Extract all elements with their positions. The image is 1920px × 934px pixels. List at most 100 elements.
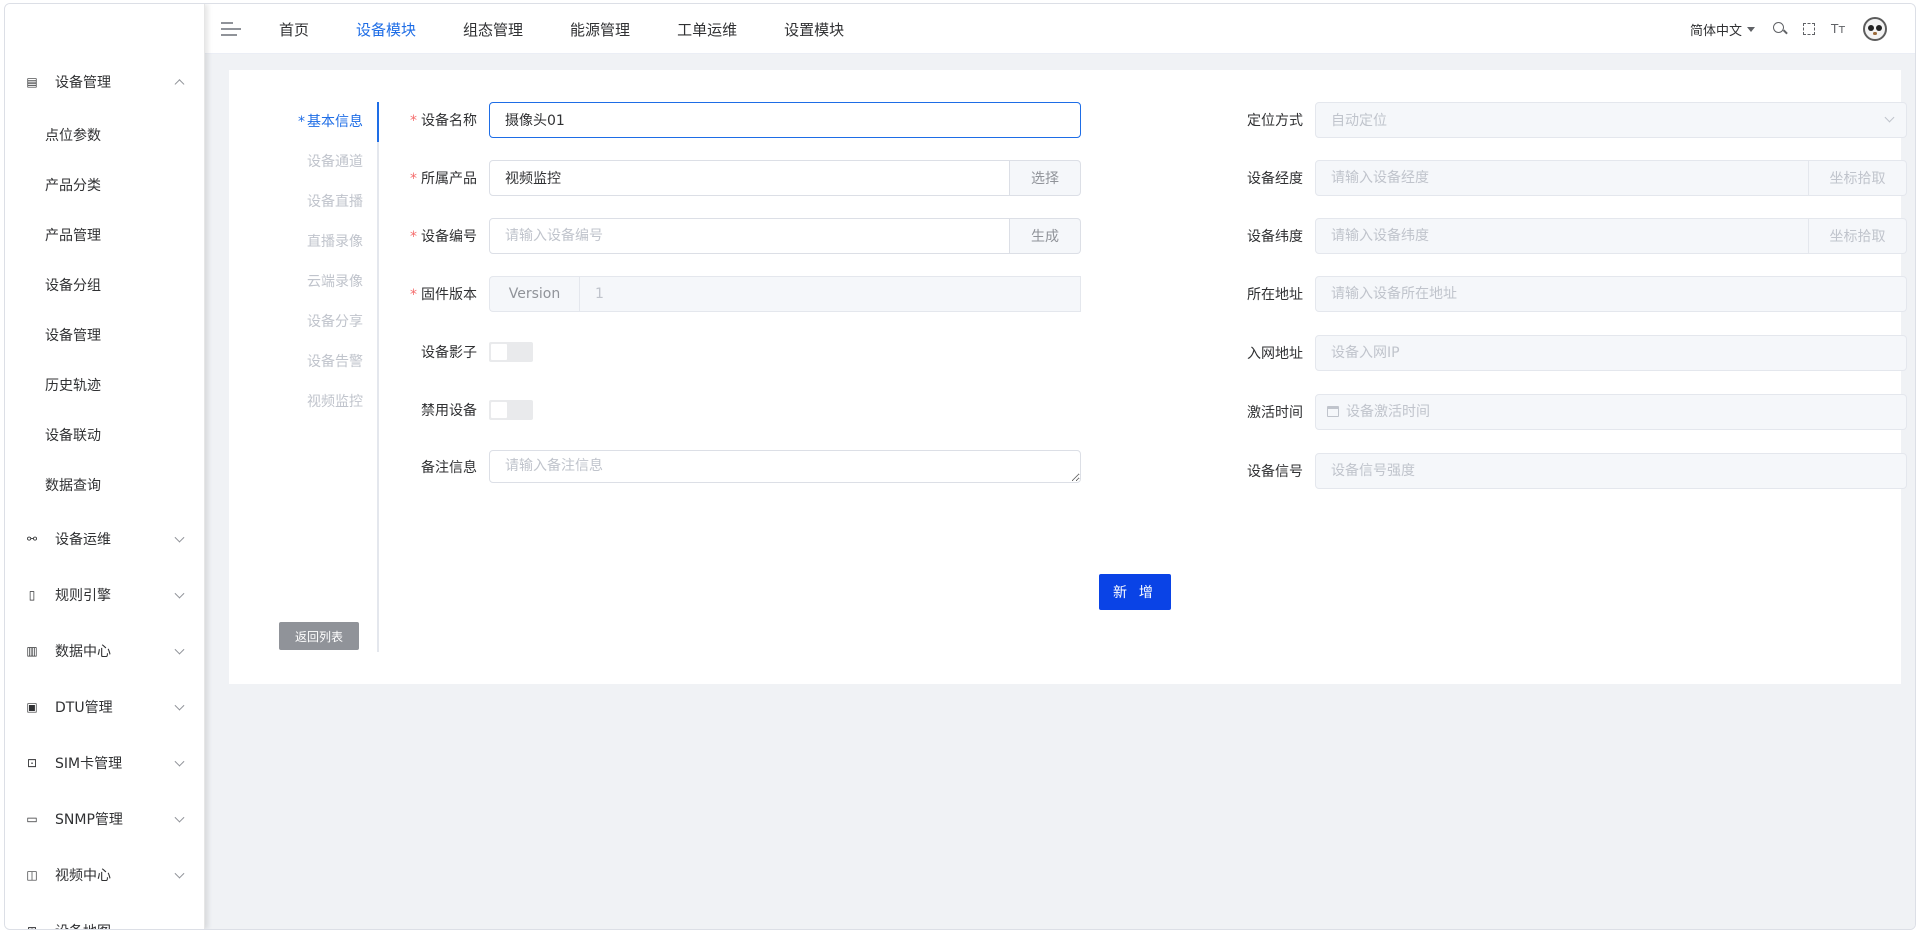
sidebar-item-device-management[interactable]: 设备管理 [5, 310, 204, 360]
sidebar-item-product-category[interactable]: 产品分类 [5, 160, 204, 210]
top-navbar: 首页 设备模块 组态管理 能源管理 工单运维 设置模块 简体中文 Tт [205, 4, 1915, 54]
network-ip-input [1315, 335, 1907, 371]
device-name-label: * 设备名称 [410, 113, 477, 129]
tab-device-channel[interactable]: 设备通道 [307, 142, 363, 182]
device-map-icon: ⊞ [25, 924, 39, 929]
video-center-icon: ◫ [26, 868, 38, 882]
top-menu-settings[interactable]: 设置模块 [784, 4, 844, 54]
form-row-disable: 禁用设备 [401, 392, 533, 428]
locate-select[interactable] [1315, 102, 1907, 138]
device-number-label: * 设备编号 [410, 229, 477, 245]
language-selector[interactable]: 简体中文 [1690, 20, 1755, 39]
top-menu-device-module[interactable]: 设备模块 [356, 4, 416, 54]
top-menu-energy[interactable]: 能源管理 [570, 4, 630, 54]
tab-live-recording[interactable]: 直播录像 [307, 222, 363, 262]
longitude-input-group: 坐标拾取 [1315, 160, 1907, 196]
rule-engine-icon: ▯ [28, 588, 36, 602]
sim-card-icon: ⊡ [26, 756, 38, 770]
device-name-input[interactable] [489, 102, 1081, 138]
pick-longitude-button: 坐标拾取 [1809, 160, 1907, 196]
tabs-divider [377, 102, 379, 652]
device-ops-icon: ⚯ [26, 532, 38, 546]
sidebar-group-label: 设备运维 [55, 532, 111, 548]
form-row-longitude: 设备经度 坐标拾取 [1227, 160, 1907, 196]
form-row-signal: 设备信号 [1227, 453, 1907, 489]
avatar[interactable] [1863, 17, 1887, 41]
generate-number-button[interactable]: 生成 [1010, 218, 1081, 254]
sidebar-group-rule-engine[interactable]: ▯ 规则引擎 [5, 570, 204, 620]
remark-textarea[interactable] [489, 450, 1081, 483]
chevron-down-icon [174, 812, 185, 823]
top-menu-configuration[interactable]: 组态管理 [463, 4, 523, 54]
sidebar-group-sim-card[interactable]: ⊡ SIM卡管理 [5, 738, 204, 788]
caret-down-icon [1747, 26, 1755, 32]
form-row-latitude: 设备纬度 坐标拾取 [1227, 218, 1907, 254]
sidebar-group-snmp[interactable]: ▭ SNMP管理 [5, 794, 204, 844]
tab-basic-info[interactable]: * 基本信息 [298, 102, 363, 142]
sidebar-item-device-group[interactable]: 设备分组 [5, 260, 204, 310]
sidebar-group-device-ops[interactable]: ⚯ 设备运维 [5, 514, 204, 564]
activated-date-picker [1315, 394, 1907, 430]
fullscreen-icon[interactable] [1803, 23, 1815, 35]
product-input[interactable] [489, 160, 1010, 196]
vertical-tabs: * 基本信息 设备通道 设备直播 直播录像 云端录像 设备分享 设备告警 视频监控 [229, 102, 379, 652]
required-mark: * [410, 287, 417, 303]
sidebar-group-label: DTU管理 [55, 700, 113, 716]
sidebar-group-device-map[interactable]: ⊞ 设备地图 [5, 906, 204, 929]
remark-label: 备注信息 [421, 459, 477, 476]
pick-latitude-button: 坐标拾取 [1809, 218, 1907, 254]
tab-device-live[interactable]: 设备直播 [307, 182, 363, 222]
select-product-button[interactable]: 选择 [1010, 160, 1081, 196]
product-label: * 所属产品 [410, 171, 477, 187]
device-number-input[interactable] [489, 218, 1010, 254]
add-button[interactable]: 新 增 [1099, 574, 1171, 610]
snmp-icon: ▭ [26, 812, 38, 826]
firmware-prefix: Version [489, 276, 579, 312]
shadow-switch[interactable] [489, 342, 533, 362]
hamburger-menu-icon[interactable] [221, 22, 241, 38]
disable-switch[interactable] [489, 400, 533, 420]
sidebar-group-data-center[interactable]: ▥ 数据中心 [5, 626, 204, 676]
tab-device-alarm[interactable]: 设备告警 [307, 342, 363, 382]
top-menu-work-order[interactable]: 工单运维 [677, 4, 737, 54]
product-input-group: 选择 [489, 160, 1081, 196]
sidebar-item-product-management[interactable]: 产品管理 [5, 210, 204, 260]
tab-video-monitor[interactable]: 视频监控 [307, 382, 363, 422]
sidebar-item-data-query[interactable]: 数据查询 [5, 460, 204, 510]
sidebar-group-label: SIM卡管理 [55, 756, 123, 772]
form-row-locate: 定位方式 [1227, 102, 1907, 138]
sidebar-item-device-linkage[interactable]: 设备联动 [5, 410, 204, 460]
device-manage-icon: ▤ [26, 75, 38, 89]
top-menu-home[interactable]: 首页 [279, 4, 309, 54]
tab-device-share[interactable]: 设备分享 [307, 302, 363, 342]
app-window: ▤ 设备管理 点位参数 产品分类 产品管理 设备分组 设备管理 历史轨迹 设备联… [4, 3, 1916, 930]
sidebar-group-label: 设备地图 [55, 921, 111, 929]
signal-label: 设备信号 [1247, 464, 1303, 480]
signal-input [1315, 453, 1907, 489]
search-icon[interactable] [1773, 22, 1787, 36]
font-size-icon[interactable]: Tт [1831, 22, 1847, 36]
chevron-down-icon [174, 756, 185, 767]
dtu-icon: ▣ [26, 700, 38, 714]
form-row-device-number: *设备编号 生成 [401, 218, 1081, 254]
longitude-label: 设备经度 [1247, 171, 1303, 187]
chevron-down-icon [174, 700, 185, 711]
chevron-up-icon [174, 79, 185, 90]
activated-time-input [1315, 394, 1907, 430]
main-content: * 基本信息 设备通道 设备直播 直播录像 云端录像 设备分享 设备告警 视频监控… [205, 54, 1915, 929]
sidebar-group-device-management[interactable]: ▤ 设备管理 [5, 57, 204, 107]
tab-cloud-recording[interactable]: 云端录像 [307, 262, 363, 302]
latitude-input [1315, 218, 1809, 254]
firmware-input-group: Version [489, 276, 1081, 312]
longitude-input [1315, 160, 1809, 196]
form-row-remark: 备注信息 [401, 450, 1081, 483]
active-tab-indicator [377, 102, 379, 142]
form-row-activated: 激活时间 [1227, 394, 1907, 430]
sidebar-group-dtu[interactable]: ▣ DTU管理 [5, 682, 204, 732]
sidebar-item-history-track[interactable]: 历史轨迹 [5, 360, 204, 410]
sidebar: ▤ 设备管理 点位参数 产品分类 产品管理 设备分组 设备管理 历史轨迹 设备联… [5, 4, 205, 929]
sidebar-item-point-params[interactable]: 点位参数 [5, 110, 204, 160]
form-row-shadow: 设备影子 [401, 334, 533, 370]
back-to-list-button[interactable]: 返回列表 [279, 622, 359, 650]
sidebar-group-video-center[interactable]: ◫ 视频中心 [5, 850, 204, 900]
